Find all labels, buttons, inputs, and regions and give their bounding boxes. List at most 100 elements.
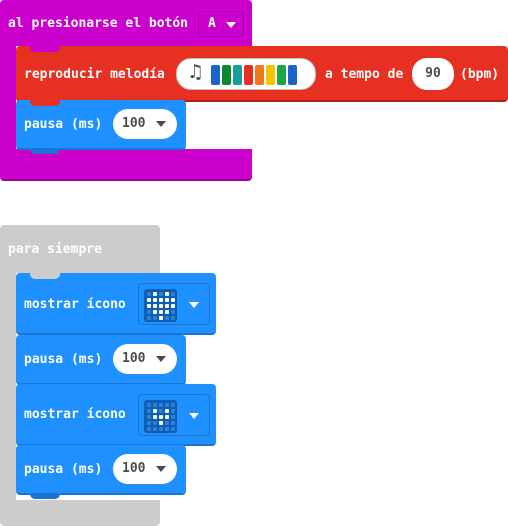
melody-note-bar <box>266 65 275 85</box>
led-pixel <box>153 292 157 296</box>
led-pixel <box>171 409 175 413</box>
led-pixel <box>159 292 163 296</box>
block-notch <box>30 46 60 52</box>
led-pixel <box>165 421 169 425</box>
icon-dropdown[interactable] <box>138 394 210 436</box>
led-pixel <box>153 409 157 413</box>
triangle-down-icon[interactable] <box>189 302 199 308</box>
led-pixel <box>153 304 157 308</box>
led-pixel <box>159 298 163 302</box>
led-pixel <box>165 415 169 419</box>
led-pixel <box>165 298 169 302</box>
led-pixel <box>171 427 175 431</box>
led-pixel <box>165 292 169 296</box>
led-pixel <box>153 427 157 431</box>
button-dropdown[interactable]: A <box>198 11 244 37</box>
melody-note-bar <box>255 65 264 85</box>
show-icon-block[interactable]: mostrar ícono <box>16 273 216 335</box>
melody-note-bar <box>222 65 231 85</box>
led-pixel <box>165 316 169 320</box>
triangle-down-icon[interactable] <box>189 413 199 419</box>
led-pixel <box>171 415 175 419</box>
triangle-down-icon[interactable] <box>156 121 166 127</box>
pause-dropdown[interactable]: 100 <box>113 454 177 484</box>
melody-note-bar <box>277 65 286 85</box>
led-pixel <box>165 403 169 407</box>
button-dropdown-value: A <box>208 16 216 31</box>
pause-block[interactable]: pausa (ms) 100 <box>16 335 186 385</box>
pause-dropdown[interactable]: 100 <box>113 344 177 374</box>
led-pixel <box>147 292 151 296</box>
led-pixel <box>153 415 157 419</box>
led-pixel <box>153 403 157 407</box>
melody-picker[interactable]: ♫ <box>176 58 316 90</box>
heart-icon <box>144 289 177 322</box>
block-notch <box>30 148 60 154</box>
led-pixel <box>147 298 151 302</box>
led-pixel <box>147 415 151 419</box>
block-notch <box>30 273 60 279</box>
pause-label: pausa (ms) <box>24 462 103 477</box>
led-pixel <box>159 403 163 407</box>
led-pixel <box>171 292 175 296</box>
melody-note-bar <box>288 65 297 85</box>
block-notch <box>30 100 60 106</box>
led-pixel <box>147 304 151 308</box>
tempo-input[interactable]: 90 <box>412 58 454 90</box>
led-pixel <box>165 310 169 314</box>
icon-dropdown[interactable] <box>138 283 210 325</box>
play-melody-label: reproducir melodía <box>24 67 165 82</box>
led-pixel <box>147 310 151 314</box>
pause-value: 100 <box>122 351 146 366</box>
melody-note-bar <box>233 65 242 85</box>
led-pixel <box>159 409 163 413</box>
block-notch <box>30 493 60 499</box>
forever-label: para siempre <box>8 242 102 257</box>
small-heart-icon <box>144 400 177 433</box>
triangle-down-icon[interactable] <box>156 356 166 362</box>
led-pixel <box>159 427 163 431</box>
led-pixel <box>165 304 169 308</box>
led-pixel <box>159 316 163 320</box>
melody-note-bar <box>244 65 253 85</box>
led-pixel <box>159 415 163 419</box>
led-pixel <box>153 316 157 320</box>
led-pixel <box>153 421 157 425</box>
show-icon-block[interactable]: mostrar ícono <box>16 384 216 446</box>
melody-note-bar <box>211 65 220 85</box>
led-pixel <box>159 421 163 425</box>
led-pixel <box>165 409 169 413</box>
pause-value: 100 <box>122 461 146 476</box>
tempo-unit: (bpm) <box>460 67 500 82</box>
led-pixel <box>171 316 175 320</box>
led-pixel <box>153 298 157 302</box>
pause-dropdown[interactable]: 100 <box>113 109 177 139</box>
triangle-down-icon[interactable] <box>156 466 166 472</box>
pause-block[interactable]: pausa (ms) 100 <box>16 445 186 499</box>
led-pixel <box>147 409 151 413</box>
led-pixel <box>147 403 151 407</box>
pause-value: 100 <box>122 116 146 131</box>
led-pixel <box>147 316 151 320</box>
music-note-icon: ♫ <box>187 61 205 83</box>
led-pixel <box>171 403 175 407</box>
pause-block[interactable]: pausa (ms) 100 <box>16 100 186 154</box>
led-pixel <box>171 298 175 302</box>
led-pixel <box>171 310 175 314</box>
led-pixel <box>165 427 169 431</box>
led-pixel <box>153 310 157 314</box>
led-pixel <box>147 427 151 431</box>
show-icon-label: mostrar ícono <box>24 297 126 312</box>
tempo-value: 90 <box>425 66 441 81</box>
led-pixel <box>147 421 151 425</box>
pause-label: pausa (ms) <box>24 117 103 132</box>
led-pixel <box>171 421 175 425</box>
show-icon-label: mostrar ícono <box>24 407 126 422</box>
tempo-label: a tempo de <box>325 67 404 82</box>
led-pixel <box>159 310 163 314</box>
triangle-down-icon[interactable] <box>226 22 236 28</box>
on-button-pressed-label: al presionarse el botón <box>8 16 189 31</box>
pause-label: pausa (ms) <box>24 352 103 367</box>
play-melody-block[interactable]: reproducir melodía ♫ a tempo de 90 (bpm) <box>16 46 508 102</box>
led-pixel <box>171 304 175 308</box>
